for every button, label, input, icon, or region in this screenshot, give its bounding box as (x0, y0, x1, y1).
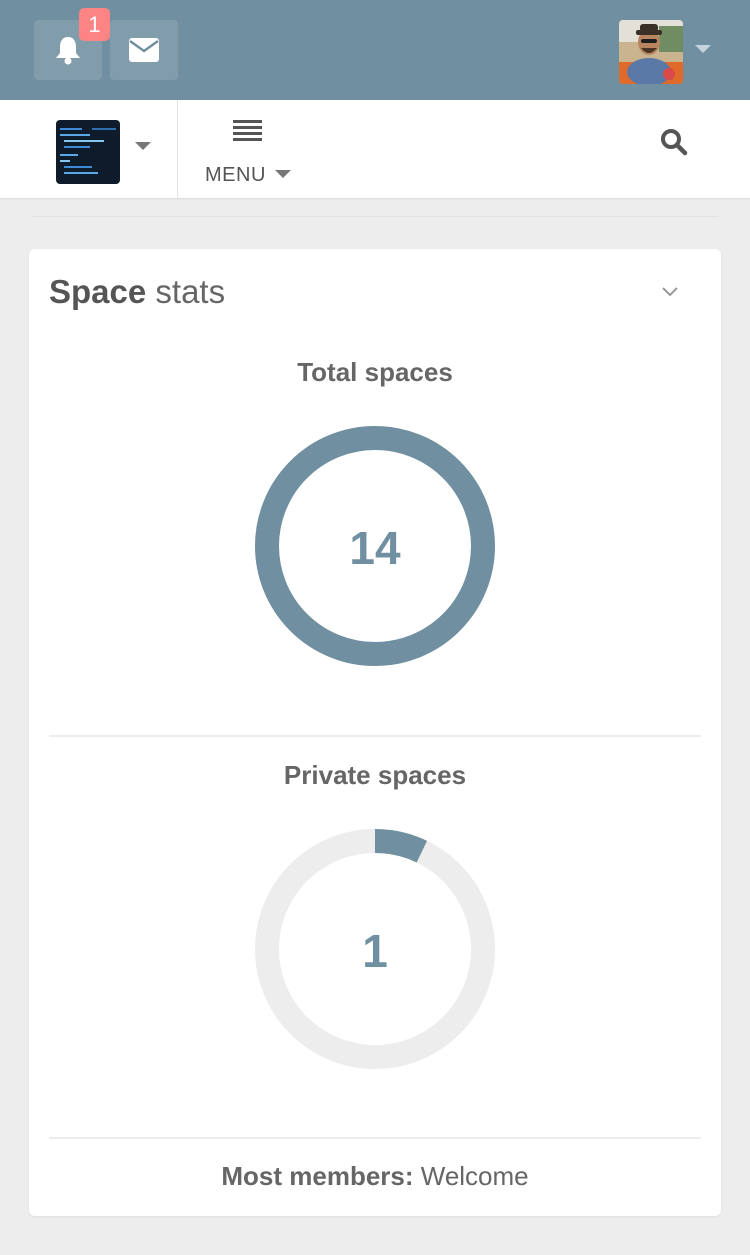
space-thumbnail (56, 120, 120, 184)
space-stats-panel: Space stats Total spaces 14 Private spac… (29, 249, 721, 1216)
menu-label: MENU (205, 164, 266, 186)
notification-count-badge: 1 (79, 8, 110, 41)
search-button[interactable] (660, 128, 688, 161)
stat-label-private-spaces: Private spaces (283, 760, 467, 790)
panel-title-bold: Space (49, 273, 147, 310)
most-members-label: Most members: (221, 1161, 414, 1191)
space-navigation-bar: MENU (0, 100, 750, 198)
collapse-panel-button[interactable] (661, 285, 679, 303)
top-navigation-bar: 1 (0, 0, 750, 100)
stat-label-total-spaces: Total spaces (297, 357, 453, 387)
space-chooser-caret-icon (135, 142, 151, 150)
user-avatar[interactable] (619, 20, 683, 84)
panel-title-rest: stats (155, 273, 226, 310)
space-chooser[interactable] (0, 100, 178, 198)
divider (49, 735, 701, 737)
private-spaces-ring: 1 (254, 828, 496, 1070)
envelope-icon (129, 38, 159, 62)
search-icon (660, 129, 688, 160)
private-spaces-value: 1 (362, 925, 388, 977)
menu-button[interactable]: MENU (200, 100, 300, 198)
bell-icon (54, 35, 82, 65)
total-spaces-ring: 14 (254, 425, 496, 667)
panel-title: Space stats (49, 273, 225, 311)
chevron-down-icon (661, 285, 679, 302)
messages-button[interactable] (110, 20, 178, 80)
hamburger-icon (233, 120, 262, 147)
most-members-value: Welcome (420, 1161, 529, 1191)
content-divider (32, 216, 718, 217)
most-members: Most members: Welcome (29, 1161, 721, 1192)
total-spaces-value: 14 (349, 522, 401, 574)
menu-caret-icon (275, 170, 291, 178)
divider (49, 1137, 701, 1139)
user-menu-caret-icon[interactable] (695, 45, 711, 53)
